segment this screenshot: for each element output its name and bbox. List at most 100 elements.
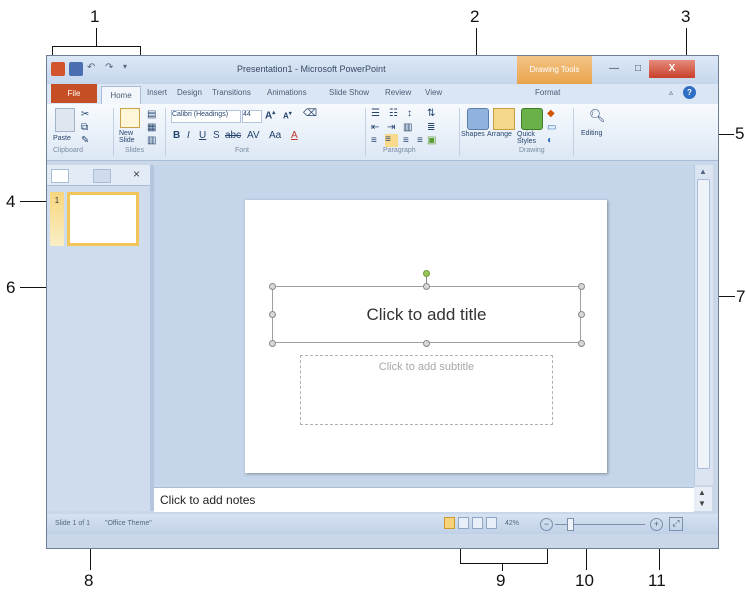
columns-icon[interactable]: ▥ [403, 122, 412, 133]
help-icon[interactable]: ? [683, 86, 696, 99]
resize-handle[interactable] [578, 283, 585, 290]
layout-icon[interactable]: ▤ [147, 109, 156, 120]
format-painter-icon[interactable]: ✎ [81, 135, 89, 146]
slide-thumbnail[interactable] [67, 192, 139, 246]
tab-format[interactable]: Format [535, 88, 560, 97]
notes-scrollbar[interactable]: ▲ ▼ [694, 487, 712, 511]
reset-icon[interactable]: ▦ [147, 122, 156, 133]
slide-show-view-icon[interactable] [486, 517, 497, 529]
undo-icon[interactable]: ↶ [87, 62, 101, 76]
resize-handle[interactable] [423, 283, 430, 290]
numbering-icon[interactable]: ☷ [389, 108, 398, 119]
change-case-icon[interactable]: Aa [269, 130, 281, 141]
customize-qat-icon[interactable]: ▾ [123, 62, 137, 76]
tab-animations[interactable]: Animations [267, 88, 307, 97]
clear-formatting-icon[interactable]: ⌫ [303, 108, 317, 119]
center-icon[interactable]: ≡ [385, 134, 398, 147]
tab-design[interactable]: Design [177, 88, 202, 97]
slides-tab[interactable] [51, 169, 69, 183]
italic-icon[interactable]: I [187, 130, 190, 141]
tab-transitions[interactable]: Transitions [212, 88, 251, 97]
arrange-button[interactable]: Arrange [487, 131, 512, 138]
font-name-field[interactable]: Calibri (Headings) [171, 110, 241, 123]
shadow-icon[interactable]: S [213, 130, 220, 141]
align-right-icon[interactable]: ≡ [403, 135, 409, 146]
line-spacing-icon[interactable]: ↕ [407, 108, 412, 119]
notes-pane[interactable]: Click to add notes [154, 487, 694, 512]
bullets-icon[interactable]: ☰ [371, 108, 380, 119]
zoom-slider-thumb[interactable] [567, 518, 574, 531]
resize-handle[interactable] [423, 340, 430, 347]
zoom-level[interactable]: 42% [505, 520, 519, 527]
normal-view-icon[interactable] [444, 517, 455, 529]
tab-home[interactable]: Home [101, 86, 141, 105]
bold-icon[interactable]: B [173, 130, 180, 141]
quick-styles-button[interactable]: Quick Styles [517, 131, 545, 145]
resize-handle[interactable] [269, 311, 276, 318]
font-size-field[interactable]: 44 [242, 110, 262, 123]
new-slide-icon[interactable] [120, 108, 140, 128]
tab-review[interactable]: Review [385, 88, 411, 97]
fit-slide-icon[interactable]: ⤢ [669, 517, 683, 531]
smartart-icon[interactable]: ▣ [427, 135, 436, 146]
new-slide-button[interactable]: New Slide [119, 130, 143, 144]
shapes-icon[interactable] [467, 108, 489, 130]
vertical-scrollbar[interactable]: ▲ [694, 165, 713, 485]
reading-view-icon[interactable] [472, 517, 483, 529]
minimize-ribbon-icon[interactable]: ▵ [669, 88, 673, 97]
section-icon[interactable]: ▥ [147, 135, 156, 146]
maximize-button[interactable]: □ [627, 60, 649, 78]
editing-button[interactable]: Editing [581, 130, 602, 137]
quick-styles-icon[interactable] [521, 108, 543, 130]
paste-button[interactable]: Paste [53, 135, 71, 142]
save-icon[interactable] [69, 62, 83, 76]
tab-view[interactable]: View [425, 88, 442, 97]
grow-font-icon[interactable]: A▴ [265, 109, 275, 121]
zoom-out-icon[interactable]: − [540, 518, 553, 531]
tab-slide-show[interactable]: Slide Show [329, 88, 369, 97]
notes-scroll-down-icon[interactable]: ▼ [698, 499, 706, 508]
minimize-button[interactable]: — [601, 60, 627, 78]
shrink-font-icon[interactable]: A▾ [283, 110, 292, 121]
align-left-icon[interactable]: ≡ [371, 135, 377, 146]
shapes-button[interactable]: Shapes [461, 131, 485, 138]
increase-indent-icon[interactable]: ⇥ [387, 122, 395, 133]
justify-icon[interactable]: ≡ [417, 135, 423, 146]
cut-icon[interactable]: ✂ [81, 109, 89, 120]
shape-effects-icon[interactable]: ◐ [547, 135, 553, 146]
scroll-up-icon[interactable]: ▲ [699, 167, 707, 176]
text-direction-icon[interactable]: ⇅ [427, 108, 435, 119]
theme-indicator: "Office Theme" [105, 520, 152, 527]
resize-handle[interactable] [578, 311, 585, 318]
resize-handle[interactable] [269, 283, 276, 290]
align-text-icon[interactable]: ≣ [427, 122, 435, 133]
strikethrough-icon[interactable]: abc [225, 130, 241, 141]
zoom-in-icon[interactable]: + [650, 518, 663, 531]
find-icon[interactable]: 🔍︎ [589, 108, 606, 124]
notes-placeholder[interactable]: Click to add notes [160, 493, 255, 507]
tab-file[interactable]: File [51, 84, 97, 103]
redo-icon[interactable]: ↷ [105, 62, 119, 76]
character-spacing-icon[interactable]: AV [247, 130, 260, 141]
decrease-indent-icon[interactable]: ⇤ [371, 122, 379, 133]
close-button[interactable]: X [649, 60, 695, 78]
font-color-icon[interactable]: A [291, 130, 298, 141]
powerpoint-logo-icon[interactable] [51, 62, 65, 76]
title-placeholder[interactable]: Click to add title [272, 286, 581, 343]
notes-scroll-up-icon[interactable]: ▲ [698, 488, 706, 497]
scroll-thumb[interactable] [697, 179, 710, 469]
outline-tab[interactable] [93, 169, 111, 183]
slide-canvas[interactable]: Click to add title Click to add subtitle [245, 200, 607, 473]
copy-icon[interactable]: ⧉ [81, 122, 88, 133]
shape-outline-icon[interactable]: ▭ [547, 122, 556, 133]
tab-insert[interactable]: Insert [147, 88, 167, 97]
underline-icon[interactable]: U [199, 130, 206, 141]
paste-icon[interactable] [55, 108, 75, 132]
shape-fill-icon[interactable]: ◆ [547, 108, 555, 119]
resize-handle[interactable] [578, 340, 585, 347]
subtitle-placeholder[interactable]: Click to add subtitle [300, 355, 553, 425]
slide-sorter-view-icon[interactable] [458, 517, 469, 529]
close-pane-icon[interactable]: × [133, 167, 140, 181]
resize-handle[interactable] [269, 340, 276, 347]
arrange-icon[interactable] [493, 108, 515, 130]
